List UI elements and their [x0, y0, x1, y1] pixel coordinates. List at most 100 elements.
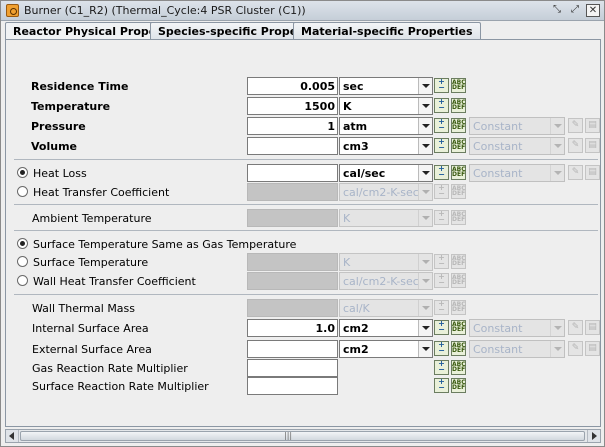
parameter-icon[interactable]: + −	[434, 378, 449, 393]
chevron-down-icon[interactable]	[418, 320, 432, 336]
chevron-down-icon	[550, 320, 564, 336]
wall-heat-transfer-label: Wall Heat Transfer Coefficient	[33, 275, 196, 288]
chevron-down-icon	[550, 165, 564, 181]
catalog-icon[interactable]: ABC DEF	[451, 118, 466, 133]
horizontal-scrollbar[interactable]: |||	[5, 429, 601, 443]
scrollbar-thumb[interactable]	[20, 431, 585, 441]
parameter-icon[interactable]: + −	[434, 138, 449, 153]
pressure-input[interactable]: 1	[247, 117, 338, 135]
ambient-temperature-label: Ambient Temperature	[32, 212, 152, 225]
internal-surface-area-input[interactable]: 1.0	[247, 319, 338, 337]
volume-profile-select: Constant	[469, 137, 565, 155]
row-external-surface-area: External Surface Area cm2 + − ABC DEF Cons…	[6, 340, 602, 358]
volume-unit-select[interactable]: cm3	[339, 137, 433, 155]
heat-loss-radio[interactable]	[17, 167, 28, 178]
residence-time-input[interactable]: 0.005	[247, 77, 338, 95]
parameter-icon[interactable]: + −	[434, 118, 449, 133]
row-heat-loss: Heat Loss cal/sec + − ABC DEF Constant ✎ ▤	[6, 164, 602, 182]
restore-icon[interactable]: ⤡	[550, 4, 564, 17]
tab-material-specific[interactable]: Material-specific Properties	[293, 22, 481, 40]
volume-label: Volume	[31, 140, 77, 153]
heat-loss-profile-select: Constant	[469, 164, 565, 182]
chevron-down-icon[interactable]	[418, 118, 432, 134]
surface-temperature-radio[interactable]	[17, 256, 28, 267]
parameter-icon[interactable]: + −	[434, 78, 449, 93]
wall-thermal-mass-input	[247, 299, 338, 317]
chevron-down-icon[interactable]	[418, 165, 432, 181]
close-icon[interactable]: ✕	[586, 4, 600, 17]
edit-icon: ✎	[568, 320, 583, 335]
parameter-icon[interactable]: + −	[434, 165, 449, 180]
wall-heat-transfer-radio[interactable]	[17, 275, 28, 286]
catalog-icon: ABC DEF	[451, 273, 466, 288]
surface-temp-same-label: Surface Temperature Same as Gas Temperat…	[33, 238, 297, 251]
heat-loss-input[interactable]	[247, 164, 338, 182]
catalog-icon[interactable]: ABC DEF	[451, 378, 466, 393]
title-bar[interactable]: Burner (C1_R2) (Thermal_Cycle:4 PSR Clus…	[1, 1, 604, 21]
profile-icon: ▤	[585, 138, 600, 153]
divider	[14, 230, 598, 231]
chevron-down-icon	[418, 184, 432, 200]
heat-transfer-coeff-input	[247, 183, 338, 201]
catalog-icon[interactable]: ABC DEF	[451, 360, 466, 375]
maximize-icon[interactable]: ⤢	[568, 4, 582, 17]
residence-time-unit: sec	[343, 80, 364, 93]
edit-icon: ✎	[568, 138, 583, 153]
parameter-icon[interactable]: + −	[434, 360, 449, 375]
chevron-down-icon[interactable]	[418, 341, 432, 357]
temperature-input[interactable]: 1500	[247, 97, 338, 115]
chevron-down-icon	[550, 341, 564, 357]
catalog-icon[interactable]: ABC DEF	[451, 138, 466, 153]
external-surface-area-profile: Constant	[473, 343, 523, 356]
heat-loss-label: Heat Loss	[33, 167, 87, 180]
chevron-down-icon[interactable]	[418, 98, 432, 114]
catalog-icon[interactable]: ABC DEF	[451, 165, 466, 180]
scroll-right-icon[interactable]	[587, 430, 600, 442]
catalog-icon[interactable]: ABC DEF	[451, 98, 466, 113]
internal-surface-area-unit-select[interactable]: cm2	[339, 319, 433, 337]
surface-temperature-input	[247, 253, 338, 271]
volume-unit: cm3	[343, 140, 369, 153]
wall-thermal-mass-unit-select: cal/K	[339, 299, 433, 317]
temperature-unit-select[interactable]: K	[339, 97, 433, 115]
row-wall-thermal-mass: Wall Thermal Mass cal/K + − ABC DEF	[6, 299, 602, 317]
catalog-icon[interactable]: ABC DEF	[451, 78, 466, 93]
catalog-icon[interactable]: ABC DEF	[451, 320, 466, 335]
surface-reaction-multiplier-label: Surface Reaction Rate Multiplier	[32, 380, 209, 393]
external-surface-area-input[interactable]	[247, 340, 338, 358]
heat-transfer-coeff-label: Heat Transfer Coefficient	[33, 186, 170, 199]
chevron-down-icon[interactable]	[418, 138, 432, 154]
surface-temperature-unit: K	[343, 256, 351, 269]
heat-transfer-coeff-radio[interactable]	[17, 186, 28, 197]
catalog-icon: ABC DEF	[451, 254, 466, 269]
chevron-down-icon	[418, 300, 432, 316]
scroll-left-icon[interactable]	[6, 430, 19, 442]
edit-icon: ✎	[568, 165, 583, 180]
profile-icon: ▤	[585, 320, 600, 335]
surface-reaction-multiplier-input[interactable]	[247, 377, 338, 395]
volume-input[interactable]	[247, 137, 338, 155]
profile-icon: ▤	[585, 165, 600, 180]
gas-reaction-multiplier-input[interactable]	[247, 359, 338, 377]
row-internal-surface-area: Internal Surface Area 1.0 cm2 + − ABC DEF …	[6, 319, 602, 337]
parameter-icon[interactable]: + −	[434, 98, 449, 113]
parameter-icon[interactable]: + −	[434, 320, 449, 335]
heat-loss-unit-select[interactable]: cal/sec	[339, 164, 433, 182]
catalog-icon[interactable]: ABC DEF	[451, 341, 466, 356]
chevron-down-icon[interactable]	[418, 78, 432, 94]
temperature-label: Temperature	[31, 100, 111, 113]
temperature-unit: K	[343, 100, 352, 113]
wall-thermal-mass-label: Wall Thermal Mass	[32, 302, 136, 315]
chevron-down-icon	[418, 254, 432, 270]
chevron-down-icon	[418, 210, 432, 226]
parameter-icon: + −	[434, 254, 449, 269]
row-gas-reaction-multiplier: Gas Reaction Rate Multiplier + − ABC DEF	[6, 359, 602, 377]
pressure-unit-select[interactable]: atm	[339, 117, 433, 135]
external-surface-area-unit-select[interactable]: cm2	[339, 340, 433, 358]
residence-time-unit-select[interactable]: sec	[339, 77, 433, 95]
profile-icon: ▤	[585, 341, 600, 356]
surface-temp-same-radio[interactable]	[17, 238, 28, 249]
parameter-icon[interactable]: + −	[434, 341, 449, 356]
external-surface-area-unit: cm2	[343, 343, 369, 356]
heat-loss-profile: Constant	[473, 167, 523, 180]
